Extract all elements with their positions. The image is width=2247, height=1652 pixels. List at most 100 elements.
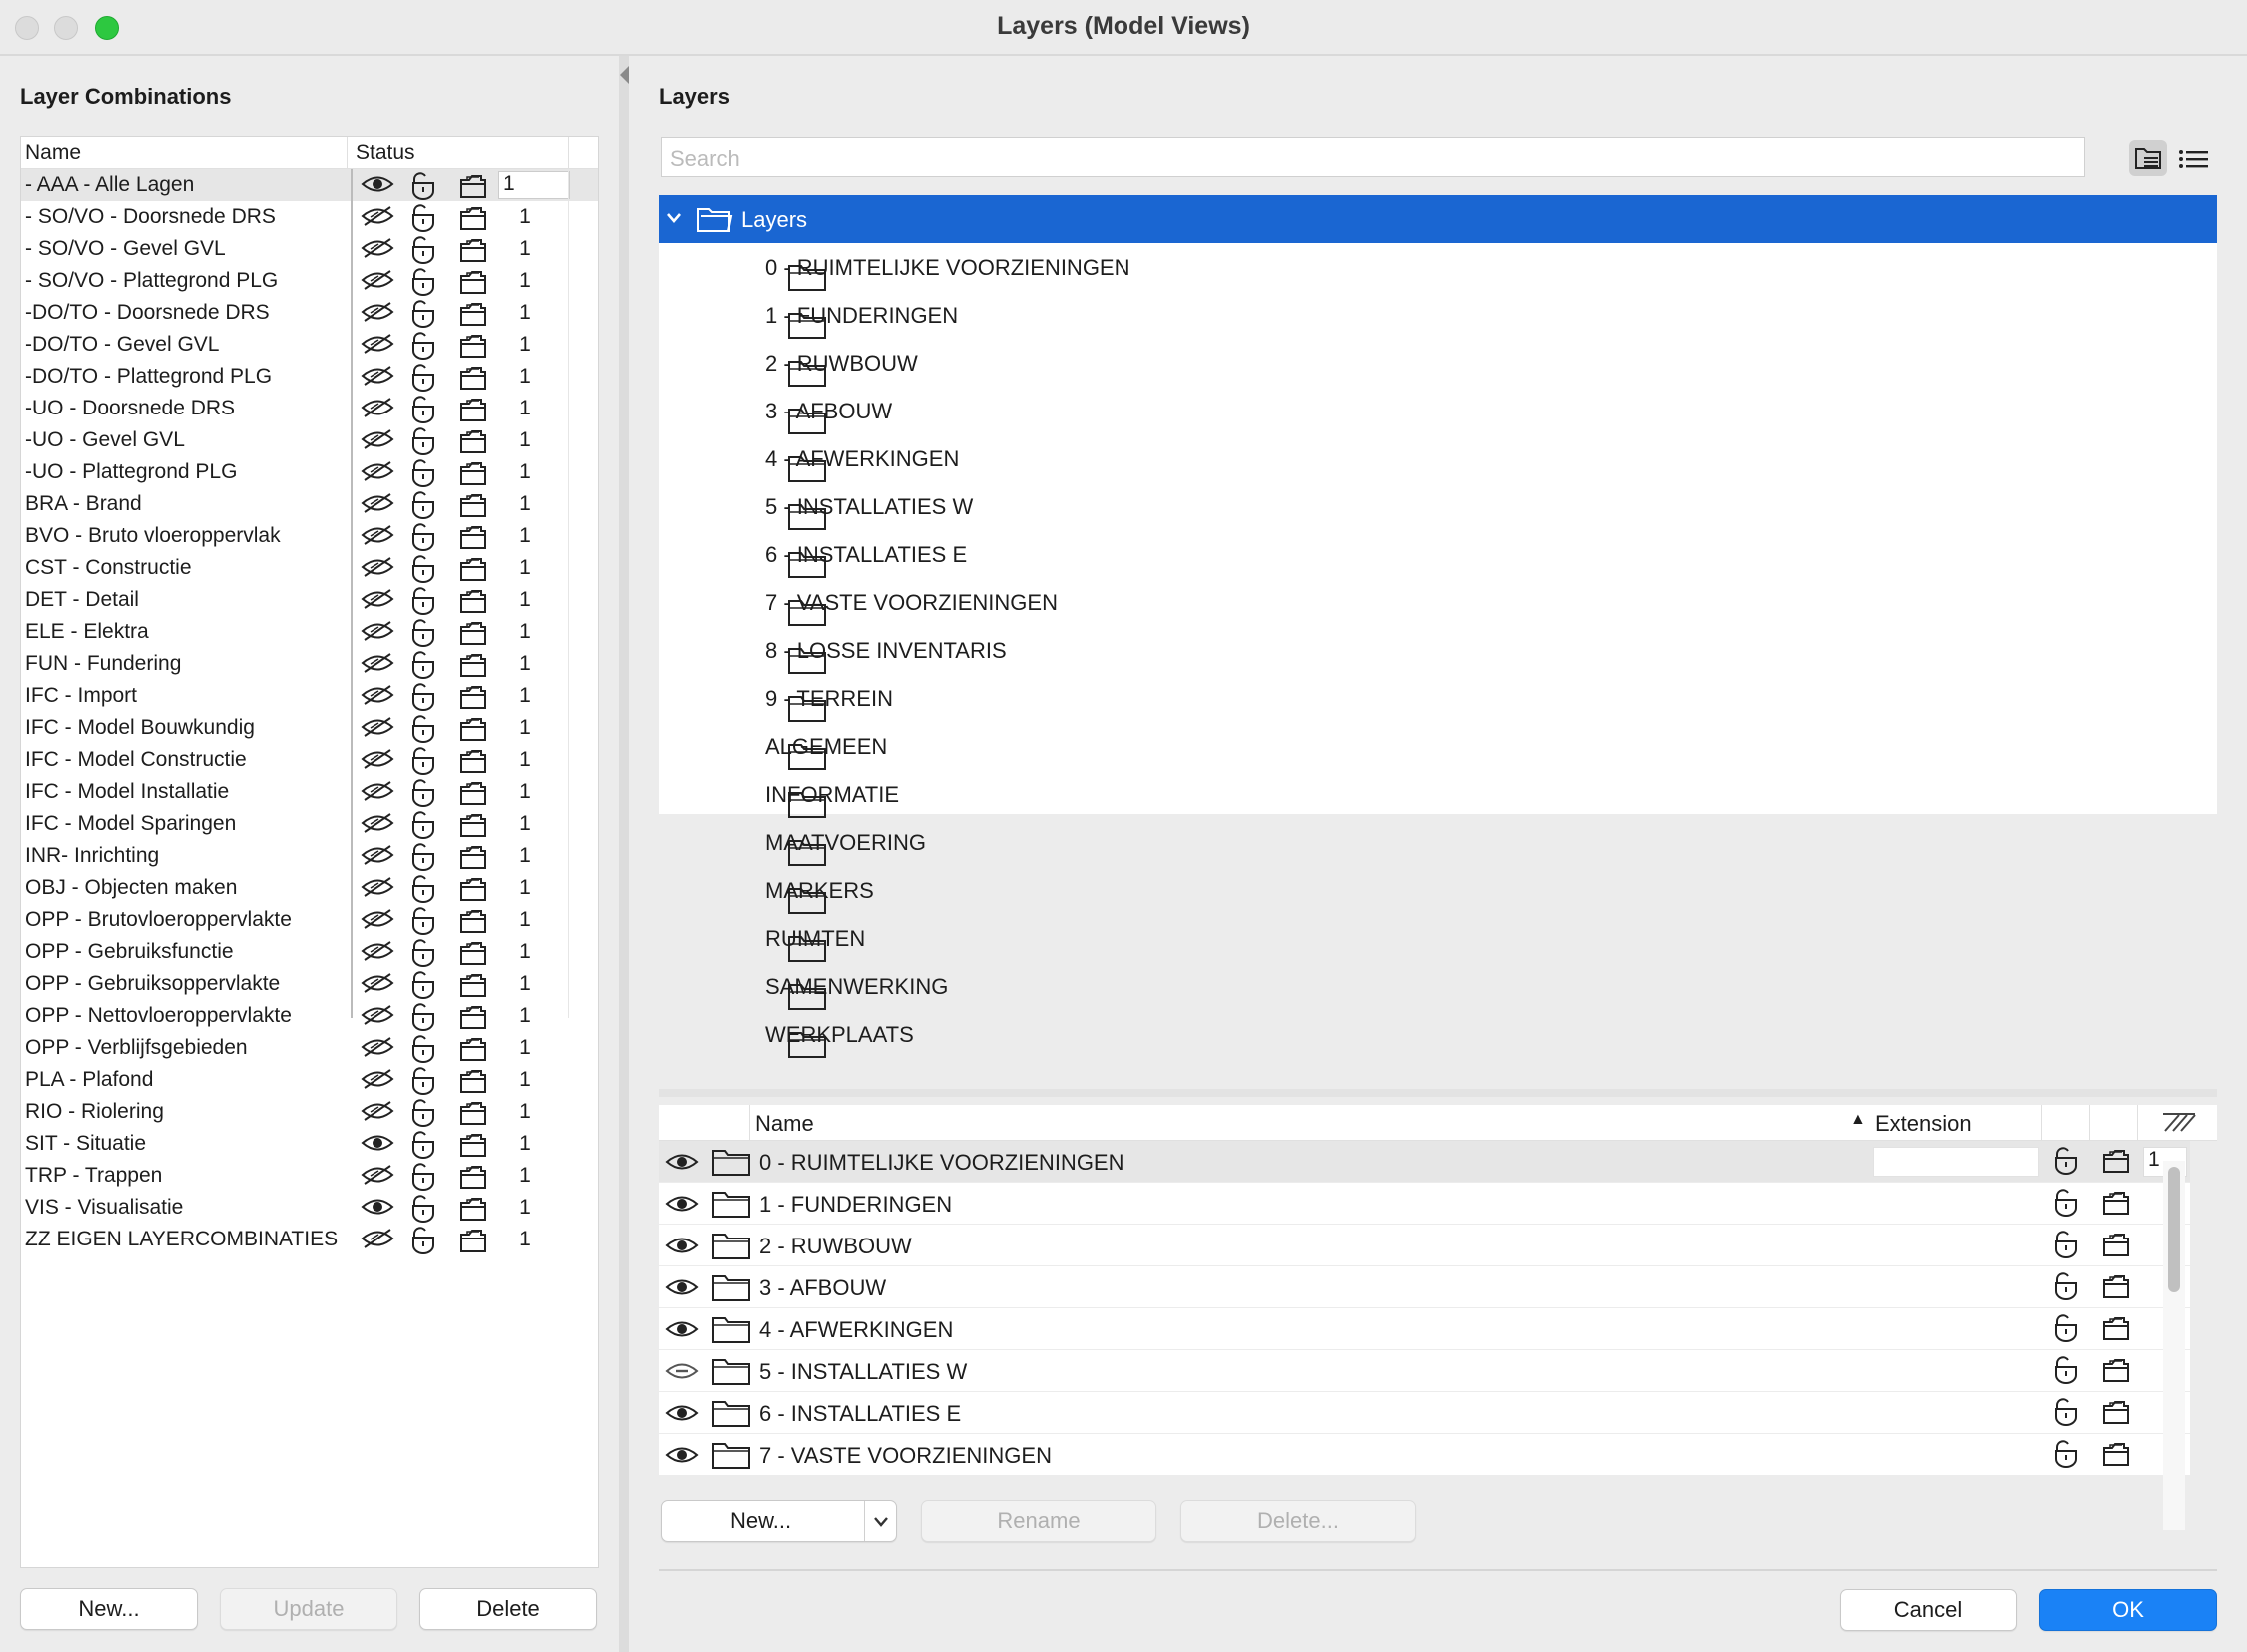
- list-item[interactable]: INR- Inrichting 1: [21, 840, 598, 872]
- eye-icon[interactable]: [361, 1132, 394, 1160]
- ok-button[interactable]: OK: [2039, 1589, 2217, 1631]
- eye-icon[interactable]: [665, 1318, 699, 1346]
- list-item[interactable]: DET - Detail 1: [21, 584, 598, 616]
- list-item[interactable]: ELE - Elektra 1: [21, 616, 598, 648]
- panel-splitter[interactable]: [619, 56, 629, 1652]
- list-item[interactable]: BRA - Brand 1: [21, 488, 598, 520]
- tree-folder-item[interactable]: 0 - RUIMTELIJKE VOORZIENINGEN: [659, 243, 2217, 291]
- tree-folder-item[interactable]: WERKPLAATS: [659, 1010, 2217, 1058]
- list-item[interactable]: OPP - Gebruiksoppervlakte 1: [21, 968, 598, 1000]
- eye-hidden-icon[interactable]: [361, 1100, 394, 1128]
- list-item[interactable]: RIO - Riolering 1: [21, 1096, 598, 1128]
- unlock-icon[interactable]: [2051, 1272, 2081, 1306]
- list-item[interactable]: OBJ - Objecten maken 1: [21, 872, 598, 904]
- table-row[interactable]: 7 - VASTE VOORZIENINGEN1: [659, 1434, 2190, 1476]
- wireframe-icon[interactable]: [2101, 1398, 2131, 1432]
- eye-hidden-icon[interactable]: [361, 716, 394, 744]
- unlock-icon[interactable]: [2051, 1398, 2081, 1432]
- list-item[interactable]: FUN - Fundering 1: [21, 648, 598, 680]
- list-item[interactable]: - AAA - Alle Lagen 1: [21, 169, 598, 201]
- extension-field[interactable]: [1873, 1147, 2039, 1177]
- unlock-icon[interactable]: [2051, 1147, 2081, 1181]
- eye-hidden-icon[interactable]: [361, 1036, 394, 1064]
- cancel-button[interactable]: Cancel: [1840, 1589, 2017, 1631]
- eye-hidden-icon[interactable]: [361, 333, 394, 361]
- chevron-down-icon[interactable]: [872, 1515, 890, 1529]
- wireframe-icon[interactable]: [2101, 1440, 2131, 1474]
- extension-column-header[interactable]: Extension: [1875, 1111, 1972, 1137]
- unlock-icon[interactable]: [2051, 1189, 2081, 1223]
- eye-hidden-icon[interactable]: [361, 365, 394, 393]
- tree-folder-item[interactable]: 1 - FUNDERINGEN: [659, 291, 2217, 339]
- list-item[interactable]: OPP - Verblijfsgebieden 1: [21, 1032, 598, 1064]
- eye-hidden-icon[interactable]: [361, 460, 394, 488]
- eye-hidden-icon[interactable]: [361, 301, 394, 329]
- unlock-icon[interactable]: [2051, 1440, 2081, 1474]
- eye-hidden-icon[interactable]: [361, 940, 394, 968]
- eye-hidden-icon[interactable]: [361, 908, 394, 936]
- list-item[interactable]: IFC - Model Installatie 1: [21, 776, 598, 808]
- tree-folder-item[interactable]: SAMENWERKING: [659, 962, 2217, 1010]
- unlock-icon[interactable]: [408, 1227, 438, 1260]
- eye-hidden-icon[interactable]: [361, 428, 394, 456]
- eye-partial-icon[interactable]: [665, 1360, 699, 1388]
- eye-hidden-icon[interactable]: [361, 1228, 394, 1255]
- new-layer-button[interactable]: New...: [661, 1500, 897, 1542]
- table-row[interactable]: 4 - AFWERKINGEN1: [659, 1308, 2190, 1350]
- eye-hidden-icon[interactable]: [361, 588, 394, 616]
- list-item[interactable]: OPP - Gebruiksfunctie 1: [21, 936, 598, 968]
- wireframe-icon[interactable]: [2101, 1356, 2131, 1390]
- collapse-arrow-icon[interactable]: [620, 66, 629, 84]
- tree-root-layers[interactable]: Layers: [659, 195, 2217, 243]
- tree-folder-item[interactable]: 6 - INSTALLATIES E: [659, 530, 2217, 578]
- eye-icon[interactable]: [361, 1196, 394, 1224]
- eye-icon[interactable]: [665, 1402, 699, 1430]
- eye-icon[interactable]: [665, 1151, 699, 1179]
- eye-hidden-icon[interactable]: [361, 1068, 394, 1096]
- new-combination-button[interactable]: New...: [20, 1588, 198, 1630]
- scrollbar-thumb[interactable]: [2168, 1167, 2180, 1292]
- update-combination-button[interactable]: Update: [220, 1588, 397, 1630]
- list-item[interactable]: IFC - Model Constructie 1: [21, 744, 598, 776]
- list-item[interactable]: IFC - Model Bouwkundig 1: [21, 712, 598, 744]
- table-row[interactable]: 1 - FUNDERINGEN1: [659, 1183, 2190, 1225]
- rename-layer-button[interactable]: Rename: [921, 1500, 1156, 1542]
- wireframe-icon[interactable]: [2101, 1314, 2131, 1348]
- tree-folder-item[interactable]: 4 - AFWERKINGEN: [659, 434, 2217, 482]
- eye-hidden-icon[interactable]: [361, 876, 394, 904]
- eye-hidden-icon[interactable]: [361, 237, 394, 265]
- table-row[interactable]: 0 - RUIMTELIJKE VOORZIENINGEN 1: [659, 1141, 2190, 1183]
- delete-combination-button[interactable]: Delete: [419, 1588, 597, 1630]
- unlock-icon[interactable]: [2051, 1356, 2081, 1390]
- eye-icon[interactable]: [665, 1276, 699, 1304]
- table-row[interactable]: 3 - AFBOUW1: [659, 1266, 2190, 1308]
- unlock-icon[interactable]: [2051, 1314, 2081, 1348]
- folder-view-toggle[interactable]: [2129, 140, 2167, 176]
- list-item[interactable]: BVO - Bruto vloeroppervlak 1: [21, 520, 598, 552]
- list-item[interactable]: OPP - Nettovloeroppervlakte 1: [21, 1000, 598, 1032]
- eye-hidden-icon[interactable]: [361, 397, 394, 424]
- list-item[interactable]: IFC - Import 1: [21, 680, 598, 712]
- table-row[interactable]: 6 - INSTALLATIES E1: [659, 1392, 2190, 1434]
- wireframe-icon[interactable]: [2101, 1147, 2131, 1181]
- eye-hidden-icon[interactable]: [361, 748, 394, 776]
- wireframe-icon[interactable]: [2101, 1231, 2131, 1264]
- eye-hidden-icon[interactable]: [361, 684, 394, 712]
- status-column-header[interactable]: Status: [356, 141, 415, 165]
- list-item[interactable]: OPP - Brutovloeroppervlakte 1: [21, 904, 598, 936]
- pane-divider[interactable]: [659, 1089, 2217, 1097]
- eye-icon[interactable]: [665, 1193, 699, 1221]
- delete-layer-button[interactable]: Delete...: [1180, 1500, 1416, 1542]
- tree-folder-item[interactable]: MAATVOERING: [659, 818, 2217, 866]
- list-item[interactable]: - SO/VO - Doorsnede DRS 1: [21, 201, 598, 233]
- search-input[interactable]: Search: [661, 137, 2085, 177]
- tree-folder-item[interactable]: 3 - AFBOUW: [659, 387, 2217, 434]
- list-item[interactable]: SIT - Situatie 1: [21, 1128, 598, 1160]
- list-item[interactable]: - SO/VO - Gevel GVL 1: [21, 233, 598, 265]
- list-item[interactable]: CST - Constructie 1: [21, 552, 598, 584]
- list-item[interactable]: -DO/TO - Doorsnede DRS 1: [21, 297, 598, 329]
- eye-hidden-icon[interactable]: [361, 972, 394, 1000]
- chevron-down-icon[interactable]: [665, 211, 683, 225]
- tree-folder-item[interactable]: ALGEMEEN: [659, 722, 2217, 770]
- list-item[interactable]: VIS - Visualisatie 1: [21, 1192, 598, 1224]
